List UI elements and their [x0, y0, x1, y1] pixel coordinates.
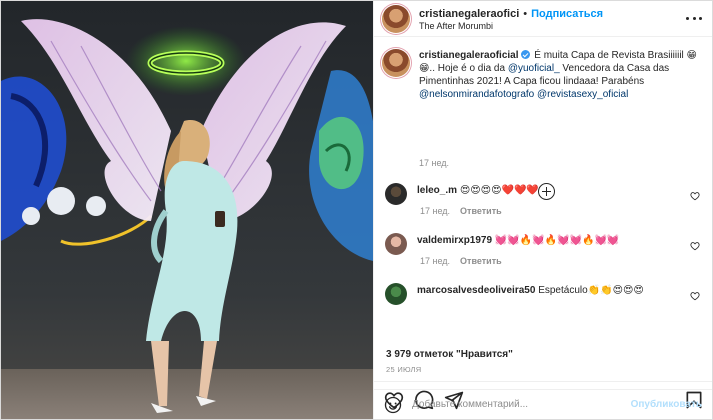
header-separator: •	[523, 8, 528, 20]
comment-text: valdemirxp1979 💓💓🔥💓🔥💓💓🔥💓💓	[417, 234, 619, 255]
comment-body: Espetáculo👏👏😍😍😍	[538, 285, 644, 296]
author-avatar[interactable]	[382, 4, 410, 33]
heart-icon[interactable]	[690, 191, 700, 201]
post-photo[interactable]	[1, 1, 373, 419]
comment-text: leleo_.m 😍😍😍😍❤️❤️❤️	[417, 184, 539, 205]
caption-text: cristianegaleraoficial É muita Capa de R…	[419, 49, 700, 101]
caption-username[interactable]: cristianegaleraoficial	[419, 50, 519, 61]
comment-body: 😍😍😍😍❤️❤️❤️	[459, 185, 539, 196]
caption-timestamp[interactable]: 17 нед.	[419, 158, 449, 168]
post-header: cristianegaleraofici • Подписаться The A…	[374, 1, 712, 37]
mention-link[interactable]: @yuoficial_	[508, 63, 560, 74]
heart-icon[interactable]	[690, 241, 700, 251]
more-icon[interactable]	[686, 12, 702, 24]
post-side-panel: cristianegaleraofici • Подписаться The A…	[373, 1, 712, 419]
author-username[interactable]: cristianegaleraofici	[419, 8, 519, 20]
likes-count[interactable]: 3 979 отметок "Нравится"	[386, 349, 513, 360]
comment-text: marcosalvesdeoliveira50 Espetáculo👏👏😍😍😍	[417, 284, 644, 305]
reply-button[interactable]: Ответить	[460, 256, 502, 266]
comment-item: valdemirxp1979 💓💓🔥💓🔥💓💓🔥💓💓 17 нед. Ответи…	[385, 233, 702, 266]
mention-link[interactable]: @nelsonmirandafotografo	[419, 89, 534, 100]
comment-input[interactable]	[412, 399, 631, 410]
comments-section: cristianegaleraoficial É muita Capa de R…	[374, 37, 712, 381]
follow-button[interactable]: Подписаться	[531, 8, 603, 20]
comment-timestamp[interactable]: 17 нед.	[420, 256, 450, 266]
reply-button[interactable]: Ответить	[460, 206, 502, 216]
comment-body: 💓💓🔥💓🔥💓💓🔥💓💓	[494, 235, 620, 246]
publish-button[interactable]: Опубликовать	[631, 399, 702, 410]
emoji-icon[interactable]	[384, 396, 402, 414]
photo-illustration	[1, 1, 373, 419]
commenter-username[interactable]: marcosalvesdeoliveira50	[417, 285, 535, 296]
add-comment-bar: Опубликовать	[374, 389, 712, 419]
comment-timestamp[interactable]: 17 нед.	[420, 206, 450, 216]
instagram-post: cristianegaleraofici • Подписаться The A…	[0, 0, 713, 420]
commenter-username[interactable]: leleo_.m	[417, 185, 457, 196]
caption: cristianegaleraoficial É muita Capa de R…	[382, 49, 700, 101]
comment-item: leleo_.m 😍😍😍😍❤️❤️❤️ 17 нед. Ответить	[385, 183, 702, 216]
caption-author-avatar[interactable]	[382, 49, 410, 77]
mention-link[interactable]: @revistasexy_oficial	[537, 89, 628, 100]
comment-meta: 17 нед. Ответить	[420, 256, 502, 266]
post-location[interactable]: The After Morumbi	[419, 21, 493, 31]
post-date[interactable]: 25 ИЮЛЯ	[386, 365, 422, 374]
author-line: cristianegaleraofici • Подписаться	[419, 8, 603, 20]
comment-meta: 17 нед. Ответить	[420, 206, 502, 216]
heart-icon[interactable]	[690, 291, 700, 301]
commenter-avatar[interactable]	[385, 233, 407, 255]
comment-item: marcosalvesdeoliveira50 Espetáculo👏👏😍😍😍	[385, 283, 702, 305]
commenter-username[interactable]: valdemirxp1979	[417, 235, 492, 246]
commenter-avatar[interactable]	[385, 283, 407, 305]
verified-badge-icon	[520, 50, 530, 59]
commenter-avatar[interactable]	[385, 183, 407, 205]
